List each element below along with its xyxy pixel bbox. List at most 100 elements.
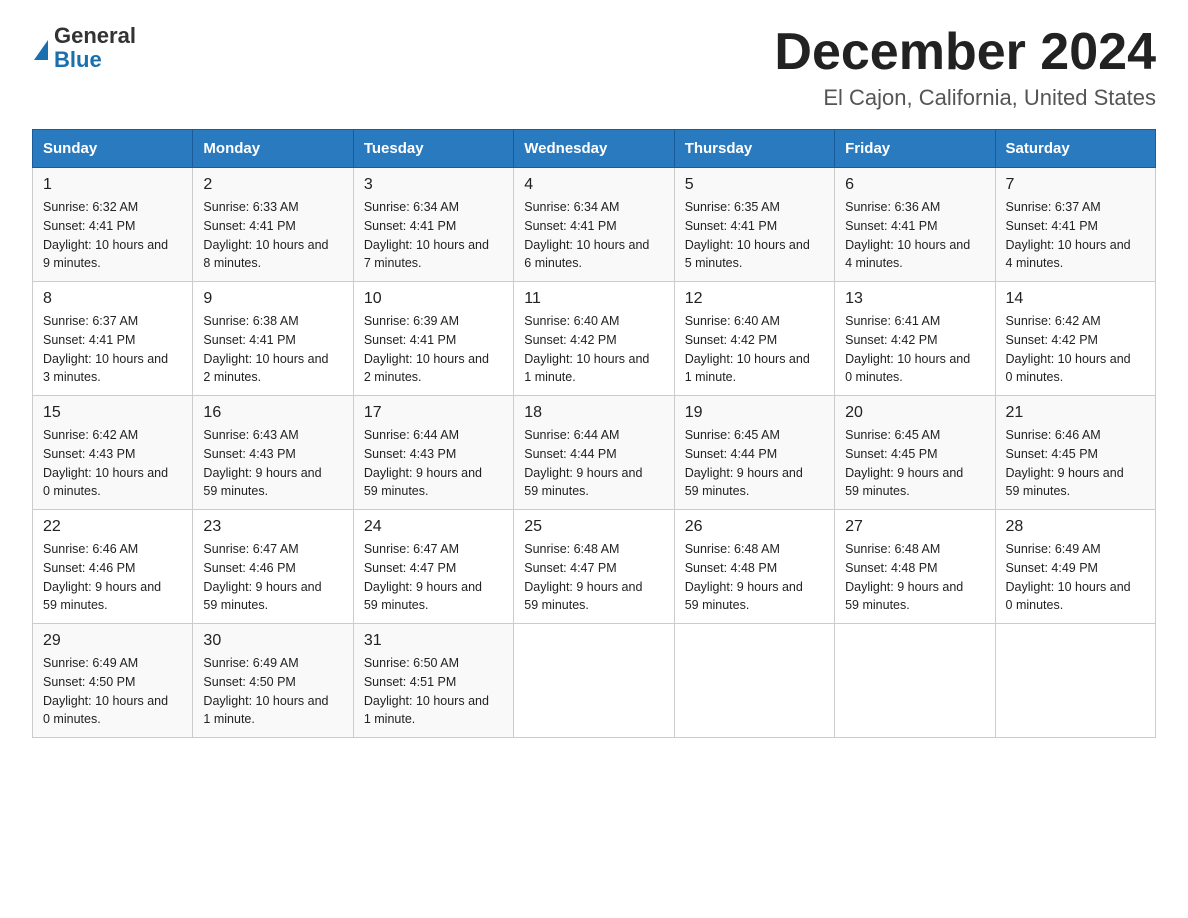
calendar-cell: 9 Sunrise: 6:38 AMSunset: 4:41 PMDaylight…: [193, 282, 353, 396]
calendar-table: SundayMondayTuesdayWednesdayThursdayFrid…: [32, 129, 1156, 738]
day-number: 13: [845, 290, 984, 308]
day-info: Sunrise: 6:33 AMSunset: 4:41 PMDaylight:…: [203, 198, 342, 273]
day-number: 15: [43, 404, 182, 422]
day-number: 27: [845, 518, 984, 536]
calendar-cell: [995, 624, 1155, 738]
day-info: Sunrise: 6:49 AMSunset: 4:50 PMDaylight:…: [43, 654, 182, 729]
calendar-cell: 25 Sunrise: 6:48 AMSunset: 4:47 PMDayligh…: [514, 510, 674, 624]
day-number: 7: [1006, 176, 1145, 194]
calendar-cell: 24 Sunrise: 6:47 AMSunset: 4:47 PMDayligh…: [353, 510, 513, 624]
calendar-cell: [514, 624, 674, 738]
day-number: 4: [524, 176, 663, 194]
day-info: Sunrise: 6:45 AMSunset: 4:45 PMDaylight:…: [845, 426, 984, 501]
day-info: Sunrise: 6:49 AMSunset: 4:49 PMDaylight:…: [1006, 540, 1145, 615]
logo-text: General Blue: [54, 24, 136, 72]
day-info: Sunrise: 6:43 AMSunset: 4:43 PMDaylight:…: [203, 426, 342, 501]
calendar-cell: 31 Sunrise: 6:50 AMSunset: 4:51 PMDayligh…: [353, 624, 513, 738]
calendar-cell: 22 Sunrise: 6:46 AMSunset: 4:46 PMDayligh…: [33, 510, 193, 624]
day-number: 22: [43, 518, 182, 536]
day-info: Sunrise: 6:46 AMSunset: 4:46 PMDaylight:…: [43, 540, 182, 615]
day-number: 2: [203, 176, 342, 194]
calendar-cell: 19 Sunrise: 6:45 AMSunset: 4:44 PMDayligh…: [674, 396, 834, 510]
day-info: Sunrise: 6:35 AMSunset: 4:41 PMDaylight:…: [685, 198, 824, 273]
calendar-cell: 29 Sunrise: 6:49 AMSunset: 4:50 PMDayligh…: [33, 624, 193, 738]
calendar-cell: 5Sunrise: 6:35 AMSunset: 4:41 PMDaylight…: [674, 168, 834, 282]
day-info: Sunrise: 6:32 AMSunset: 4:41 PMDaylight:…: [43, 198, 182, 273]
calendar-cell: 4 Sunrise: 6:34 AMSunset: 4:41 PMDaylight…: [514, 168, 674, 282]
day-info: Sunrise: 6:45 AMSunset: 4:44 PMDaylight:…: [685, 426, 824, 501]
day-info: Sunrise: 6:48 AMSunset: 4:48 PMDaylight:…: [685, 540, 824, 615]
day-number: 31: [364, 632, 503, 650]
day-info: Sunrise: 6:34 AMSunset: 4:41 PMDaylight:…: [364, 198, 503, 273]
calendar-cell: 8 Sunrise: 6:37 AMSunset: 4:41 PMDaylight…: [33, 282, 193, 396]
day-number: 3: [364, 176, 503, 194]
day-info: Sunrise: 6:38 AMSunset: 4:41 PMDaylight:…: [203, 312, 342, 387]
day-info: Sunrise: 6:37 AMSunset: 4:41 PMDaylight:…: [43, 312, 182, 387]
day-number: 24: [364, 518, 503, 536]
day-info: Sunrise: 6:47 AMSunset: 4:46 PMDaylight:…: [203, 540, 342, 615]
day-info: Sunrise: 6:48 AMSunset: 4:48 PMDaylight:…: [845, 540, 984, 615]
day-number: 19: [685, 404, 824, 422]
day-number: 18: [524, 404, 663, 422]
week-row-3: 15 Sunrise: 6:42 AMSunset: 4:43 PMDayligh…: [33, 396, 1156, 510]
day-info: Sunrise: 6:50 AMSunset: 4:51 PMDaylight:…: [364, 654, 503, 729]
calendar-cell: 10 Sunrise: 6:39 AMSunset: 4:41 PMDayligh…: [353, 282, 513, 396]
day-number: 21: [1006, 404, 1145, 422]
calendar-cell: 26 Sunrise: 6:48 AMSunset: 4:48 PMDayligh…: [674, 510, 834, 624]
logo-line2: Blue: [54, 48, 136, 72]
col-header-monday: Monday: [193, 130, 353, 168]
logo-triangle-icon: [34, 40, 48, 60]
page-title: December 2024: [774, 24, 1156, 81]
col-header-wednesday: Wednesday: [514, 130, 674, 168]
page-subtitle: El Cajon, California, United States: [774, 85, 1156, 111]
day-number: 12: [685, 290, 824, 308]
day-number: 20: [845, 404, 984, 422]
col-header-friday: Friday: [835, 130, 995, 168]
calendar-cell: 11 Sunrise: 6:40 AMSunset: 4:42 PMDayligh…: [514, 282, 674, 396]
day-number: 29: [43, 632, 182, 650]
calendar-cell: 18 Sunrise: 6:44 AMSunset: 4:44 PMDayligh…: [514, 396, 674, 510]
day-number: 26: [685, 518, 824, 536]
day-number: 11: [524, 290, 663, 308]
day-info: Sunrise: 6:34 AMSunset: 4:41 PMDaylight:…: [524, 198, 663, 273]
calendar-cell: 1Sunrise: 6:32 AMSunset: 4:41 PMDaylight…: [33, 168, 193, 282]
day-number: 28: [1006, 518, 1145, 536]
calendar-cell: 21Sunrise: 6:46 AMSunset: 4:45 PMDayligh…: [995, 396, 1155, 510]
col-header-tuesday: Tuesday: [353, 130, 513, 168]
title-area: December 2024 El Cajon, California, Unit…: [774, 24, 1156, 111]
calendar-cell: 30Sunrise: 6:49 AMSunset: 4:50 PMDayligh…: [193, 624, 353, 738]
day-info: Sunrise: 6:42 AMSunset: 4:43 PMDaylight:…: [43, 426, 182, 501]
col-header-saturday: Saturday: [995, 130, 1155, 168]
calendar-cell: [674, 624, 834, 738]
day-info: Sunrise: 6:48 AMSunset: 4:47 PMDaylight:…: [524, 540, 663, 615]
week-row-1: 1Sunrise: 6:32 AMSunset: 4:41 PMDaylight…: [33, 168, 1156, 282]
day-number: 9: [203, 290, 342, 308]
calendar-cell: 16Sunrise: 6:43 AMSunset: 4:43 PMDayligh…: [193, 396, 353, 510]
day-number: 8: [43, 290, 182, 308]
col-header-thursday: Thursday: [674, 130, 834, 168]
calendar-cell: 12Sunrise: 6:40 AMSunset: 4:42 PMDayligh…: [674, 282, 834, 396]
day-info: Sunrise: 6:44 AMSunset: 4:44 PMDaylight:…: [524, 426, 663, 501]
calendar-cell: 15 Sunrise: 6:42 AMSunset: 4:43 PMDayligh…: [33, 396, 193, 510]
week-row-5: 29 Sunrise: 6:49 AMSunset: 4:50 PMDayligh…: [33, 624, 1156, 738]
logo-line1: General: [54, 24, 136, 48]
day-number: 10: [364, 290, 503, 308]
calendar-cell: 20 Sunrise: 6:45 AMSunset: 4:45 PMDayligh…: [835, 396, 995, 510]
day-info: Sunrise: 6:40 AMSunset: 4:42 PMDaylight:…: [524, 312, 663, 387]
calendar-cell: 14Sunrise: 6:42 AMSunset: 4:42 PMDayligh…: [995, 282, 1155, 396]
day-info: Sunrise: 6:44 AMSunset: 4:43 PMDaylight:…: [364, 426, 503, 501]
week-row-2: 8 Sunrise: 6:37 AMSunset: 4:41 PMDaylight…: [33, 282, 1156, 396]
day-number: 6: [845, 176, 984, 194]
day-info: Sunrise: 6:41 AMSunset: 4:42 PMDaylight:…: [845, 312, 984, 387]
calendar-cell: 2 Sunrise: 6:33 AMSunset: 4:41 PMDaylight…: [193, 168, 353, 282]
calendar-cell: 23Sunrise: 6:47 AMSunset: 4:46 PMDayligh…: [193, 510, 353, 624]
day-number: 25: [524, 518, 663, 536]
calendar-cell: 13 Sunrise: 6:41 AMSunset: 4:42 PMDayligh…: [835, 282, 995, 396]
logo: General Blue: [32, 24, 136, 72]
day-number: 30: [203, 632, 342, 650]
calendar-cell: 6Sunrise: 6:36 AMSunset: 4:41 PMDaylight…: [835, 168, 995, 282]
week-row-4: 22 Sunrise: 6:46 AMSunset: 4:46 PMDayligh…: [33, 510, 1156, 624]
day-info: Sunrise: 6:39 AMSunset: 4:41 PMDaylight:…: [364, 312, 503, 387]
col-header-sunday: Sunday: [33, 130, 193, 168]
day-info: Sunrise: 6:47 AMSunset: 4:47 PMDaylight:…: [364, 540, 503, 615]
